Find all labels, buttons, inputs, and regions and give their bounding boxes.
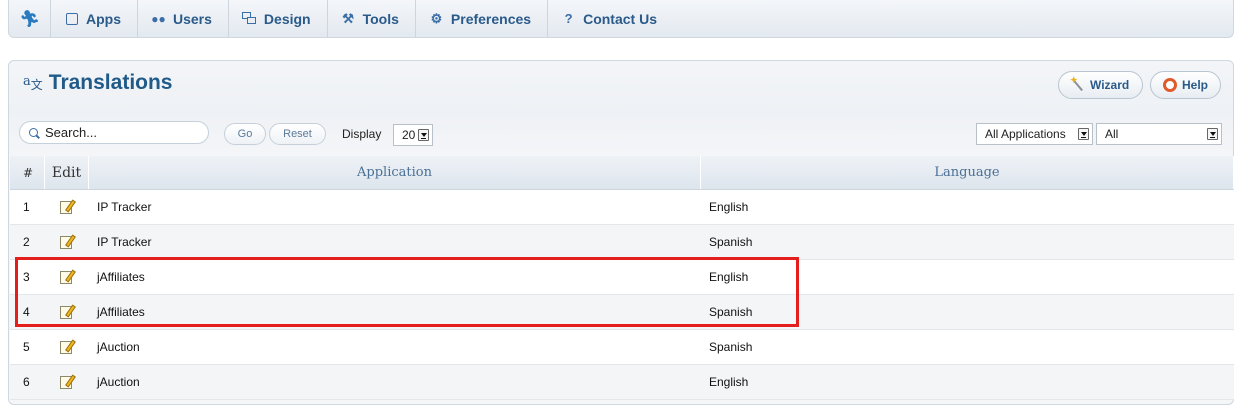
question-icon: ?: [564, 11, 573, 26]
edit-pencil-icon[interactable]: [59, 304, 76, 320]
application-cell: jAffiliates: [97, 270, 145, 284]
row-number: 2: [23, 235, 30, 249]
edit-cell: [45, 234, 89, 250]
design-icon: [241, 10, 258, 27]
column-header-number[interactable]: #: [10, 156, 45, 189]
translate-icon: a文: [23, 73, 43, 92]
runner-logo-icon: 🏃︎: [19, 10, 40, 28]
nav-preferences-label: Preferences: [450, 10, 532, 27]
nav-users-label: Users: [173, 10, 212, 27]
nav-design-label: Design: [263, 10, 311, 27]
wizard-button[interactable]: Wizard: [1058, 71, 1143, 99]
help-button[interactable]: Help: [1150, 71, 1221, 99]
application-cell: IP Tracker: [97, 235, 152, 249]
dropdown-arrow-icon: [1207, 128, 1218, 140]
help-label: Help: [1181, 78, 1208, 92]
nav-tools-label: Tools: [362, 10, 399, 27]
row-number: 3: [23, 270, 30, 284]
language-cell: English: [709, 270, 749, 284]
edit-pencil-icon[interactable]: [59, 374, 76, 390]
table-header-row: # Edit Application Language: [10, 156, 1234, 190]
edit-pencil-icon[interactable]: [59, 339, 76, 355]
application-filter-value: All Applications: [985, 127, 1066, 141]
table-row: 6 jAuction English: [10, 365, 1234, 400]
nav-apps-label: Apps: [86, 10, 121, 27]
table-row: 2 IP Tracker Spanish: [10, 225, 1234, 260]
apps-icon: [63, 10, 80, 27]
dropdown-arrow-icon: [418, 129, 429, 141]
language-filter-value: All: [1105, 127, 1119, 141]
edit-cell: [45, 199, 89, 215]
language-cell: Spanish: [709, 235, 753, 249]
gear-icon: ⚙: [430, 10, 443, 26]
language-cell: Spanish: [709, 305, 753, 319]
search-input[interactable]: [43, 124, 197, 141]
table-row: 4 jAffiliates Spanish: [10, 295, 1234, 330]
search-icon: [29, 128, 38, 137]
wizard-label: Wizard: [1090, 78, 1130, 92]
edit-pencil-icon[interactable]: [59, 269, 76, 285]
page-header: a文 Translations: [23, 71, 172, 95]
column-header-edit: Edit: [45, 156, 89, 189]
language-cell: English: [709, 200, 749, 214]
application-filter-select[interactable]: All Applications: [976, 123, 1093, 145]
display-count-value: 20: [402, 128, 416, 142]
nav-apps[interactable]: Apps: [51, 0, 138, 37]
application-cell: jAffiliates: [97, 305, 145, 319]
nav-contact-us[interactable]: ? Contact Us: [548, 0, 673, 37]
nav-design[interactable]: Design: [229, 0, 328, 37]
language-cell: Spanish: [709, 340, 753, 354]
nav-preferences[interactable]: ⚙ Preferences: [416, 0, 549, 37]
lifebuoy-icon: [1163, 78, 1177, 92]
language-filter-select[interactable]: All: [1096, 123, 1222, 145]
wrench-icon: ⚒: [342, 10, 354, 26]
magic-wand-icon: [1070, 75, 1085, 92]
search-box: [19, 121, 209, 144]
language-cell: English: [709, 375, 749, 389]
edit-cell: [45, 304, 89, 320]
row-number: 6: [23, 375, 30, 389]
row-number: 4: [23, 305, 30, 319]
translations-table: # Edit Application Language 1 IP Tracker…: [10, 156, 1234, 400]
application-cell: jAuction: [97, 340, 140, 354]
page-title: Translations: [48, 71, 173, 94]
home-logo-button[interactable]: 🏃︎: [9, 0, 51, 37]
edit-cell: [45, 374, 89, 390]
go-button[interactable]: Go: [224, 123, 266, 145]
display-label: Display: [342, 127, 382, 141]
top-nav: 🏃︎ Apps ●● Users Design ⚒ Tools ⚙ Prefer…: [8, 0, 1234, 38]
table-row: 1 IP Tracker English: [10, 190, 1234, 225]
users-icon: ●●: [151, 11, 166, 26]
edit-cell: [45, 269, 89, 285]
display-count-select[interactable]: 20: [393, 124, 433, 146]
nav-tools[interactable]: ⚒ Tools: [328, 0, 416, 37]
table-row: 3 jAffiliates English: [10, 260, 1234, 295]
row-number: 1: [23, 200, 30, 214]
nav-users[interactable]: ●● Users: [138, 0, 229, 37]
application-cell: jAuction: [97, 375, 140, 389]
table-row: 5 jAuction Spanish: [10, 330, 1234, 365]
column-header-language[interactable]: Language: [701, 156, 1234, 189]
edit-pencil-icon[interactable]: [59, 199, 76, 215]
dropdown-arrow-icon: [1078, 128, 1089, 140]
edit-pencil-icon[interactable]: [59, 234, 76, 250]
nav-contact-label: Contact Us: [583, 10, 657, 27]
edit-cell: [45, 339, 89, 355]
application-cell: IP Tracker: [97, 200, 152, 214]
column-header-application[interactable]: Application: [89, 156, 701, 189]
reset-button[interactable]: Reset: [269, 123, 326, 145]
row-number: 5: [23, 340, 30, 354]
